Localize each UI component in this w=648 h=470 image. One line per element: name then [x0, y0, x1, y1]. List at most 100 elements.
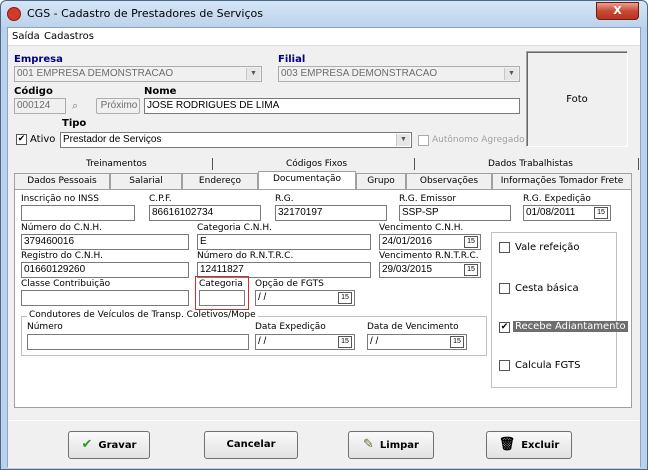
- tab-divider: [414, 158, 415, 170]
- menu-saida[interactable]: Saída: [12, 31, 40, 42]
- tipo-label: Tipo: [62, 118, 87, 129]
- rg-expedicao-field[interactable]: 01/08/2011 15: [523, 205, 611, 221]
- venc-cnh-value: 24/01/2016: [382, 236, 433, 247]
- documentacao-panel: Inscrição no INSS C.P.F. 86616102734 R.G…: [14, 189, 632, 408]
- fgts-field[interactable]: / / 15: [255, 290, 355, 306]
- rg-expedicao-value: 01/08/2011: [526, 207, 576, 218]
- tab-documentacao[interactable]: Documentação: [258, 171, 356, 189]
- calendar-icon[interactable]: 15: [464, 264, 478, 276]
- chevron-down-icon: ▼: [246, 68, 260, 80]
- categoria-cnh-field[interactable]: E: [197, 234, 371, 250]
- rg-expedicao-label: R.G. Expedição: [523, 194, 591, 204]
- limpar-label: Limpar: [379, 440, 419, 451]
- tab-divider: [212, 158, 213, 170]
- numero-label: Número: [27, 322, 63, 332]
- client-area: Saída Cadastros Empresa 001 EMPRESA DEMO…: [7, 27, 641, 468]
- venc-cnh-label: Vencimento C.N.H.: [379, 223, 464, 233]
- broom-icon: ✎: [363, 437, 374, 452]
- cpf-field[interactable]: 86616102734: [149, 205, 261, 221]
- rg-field[interactable]: 32170197: [275, 205, 387, 221]
- cancelar-label: Cancelar: [226, 439, 276, 450]
- tab-grupo[interactable]: Grupo: [356, 173, 406, 189]
- excluir-button[interactable]: 🗑 Excluir: [486, 431, 572, 459]
- tab-endereco[interactable]: Endereço: [182, 173, 258, 189]
- calendar-icon[interactable]: 15: [338, 292, 352, 304]
- cnh-label: Número do C.N.H.: [21, 223, 102, 233]
- vale-refeicao-checkbox[interactable]: [499, 242, 510, 253]
- categoria-label: Categoria: [199, 279, 243, 289]
- tab-codigos-fixos[interactable]: Códigos Fixos: [286, 159, 347, 169]
- rg-emissor-field[interactable]: SSP-SP: [399, 205, 511, 221]
- venc-cnh-field[interactable]: 24/01/2016 15: [379, 234, 481, 250]
- window-title: CGS - Cadastro de Prestadores de Serviço…: [27, 7, 263, 20]
- app-window: CGS - Cadastro de Prestadores de Serviço…: [0, 0, 648, 470]
- calcula-fgts-checkbox[interactable]: [499, 360, 510, 371]
- recebe-adiantamento-checkbox[interactable]: ✔: [499, 322, 510, 333]
- rg-label: R.G.: [275, 194, 294, 204]
- numero-field[interactable]: [27, 334, 249, 350]
- calendar-icon[interactable]: 15: [464, 236, 478, 248]
- calendar-icon[interactable]: 15: [450, 336, 464, 348]
- empresa-select[interactable]: 001 EMPRESA DEMONSTRACAO ▼: [14, 66, 262, 82]
- classe-label: Classe Contribuição: [21, 279, 111, 289]
- codigo-field[interactable]: 000124: [14, 98, 66, 114]
- tipo-select[interactable]: Prestador de Serviços ▼: [60, 132, 412, 148]
- data-expedicao-field[interactable]: / / 15: [255, 334, 355, 350]
- photo-box[interactable]: Foto: [526, 51, 628, 147]
- close-button[interactable]: X: [596, 2, 639, 20]
- filial-label: Filial: [278, 54, 306, 65]
- cancelar-button[interactable]: Cancelar: [204, 431, 298, 459]
- checkmark-icon: ✔: [81, 437, 93, 452]
- autonomo-label: Autônomo Agregado: [432, 135, 525, 145]
- rntrc-label: Número do R.N.T.R.C.: [197, 251, 294, 261]
- nome-label: Nome: [144, 86, 177, 97]
- gravar-button[interactable]: ✔ Gravar: [68, 431, 150, 459]
- empresa-label: Empresa: [14, 54, 63, 65]
- inss-field[interactable]: [21, 205, 135, 221]
- calcula-fgts-label: Calcula FGTS: [515, 360, 581, 371]
- rg-emissor-label: R.G. Emissor: [399, 194, 457, 204]
- cesta-basica-checkbox[interactable]: [499, 283, 510, 294]
- nome-field[interactable]: JOSE RODRIGUES DE LIMA: [144, 98, 520, 114]
- cpf-label: C.P.F.: [149, 194, 172, 204]
- categoria-field[interactable]: [199, 290, 245, 306]
- binoculars-icon[interactable]: ⌕: [72, 99, 78, 113]
- excluir-label: Excluir: [521, 440, 560, 451]
- title-bar: CGS - Cadastro de Prestadores de Serviço…: [1, 1, 647, 27]
- venc-rntrc-field[interactable]: 29/03/2015 15: [379, 262, 481, 278]
- app-icon: [7, 7, 21, 21]
- ativo-checkbox[interactable]: ✔: [16, 134, 27, 145]
- autonomo-checkbox[interactable]: [418, 135, 429, 146]
- reg-cnh-field[interactable]: 01660129260: [21, 262, 189, 278]
- chevron-down-icon: ▼: [396, 134, 410, 146]
- tab-informacoes-tomador-frete[interactable]: Informações Tomador Frete: [492, 173, 632, 189]
- gravar-label: Gravar: [98, 440, 137, 451]
- categoria-cnh-label: Categoria C.N.H.: [197, 223, 272, 233]
- cnh-field[interactable]: 379460016: [21, 234, 189, 250]
- data-expedicao-value: / /: [258, 336, 267, 347]
- fgts-label: Opção de FGTS: [255, 279, 324, 289]
- tab-dados-pessoais[interactable]: Dados Pessoais: [14, 173, 110, 189]
- vale-refeicao-label: Vale refeição: [515, 242, 580, 253]
- inss-label: Inscrição no INSS: [21, 194, 99, 204]
- tab-divider: [638, 158, 639, 170]
- fgts-value: / /: [258, 292, 267, 303]
- calendar-icon[interactable]: 15: [594, 207, 608, 219]
- tab-observacoes[interactable]: Observações: [406, 173, 492, 189]
- classe-field[interactable]: [21, 290, 189, 306]
- menu-cadastros[interactable]: Cadastros: [44, 31, 94, 42]
- venc-rntrc-label: Vencimento R.N.T.R.C.: [379, 251, 479, 261]
- calendar-icon[interactable]: 15: [338, 336, 352, 348]
- recebe-adiantamento-label: Recebe Adiantamento: [513, 321, 628, 332]
- limpar-button[interactable]: ✎ Limpar: [348, 431, 434, 459]
- tab-salarial[interactable]: Salarial: [110, 173, 182, 189]
- data-vencimento-field[interactable]: / / 15: [367, 334, 467, 350]
- filial-select[interactable]: 003 EMPRESA DEMONSTRACAO ▼: [278, 66, 520, 82]
- tab-treinamentos[interactable]: Treinamentos: [86, 159, 147, 169]
- cesta-basica-label: Cesta básica: [515, 283, 579, 294]
- chevron-down-icon: ▼: [504, 68, 518, 80]
- proximo-button[interactable]: Próximo: [96, 98, 140, 114]
- data-vencimento-label: Data de Vencimento: [367, 322, 459, 332]
- tab-dados-trabalhistas[interactable]: Dados Trabalhistas: [488, 159, 573, 169]
- condutores-label: Condutores de Veículos de Transp. Coleti…: [27, 310, 258, 320]
